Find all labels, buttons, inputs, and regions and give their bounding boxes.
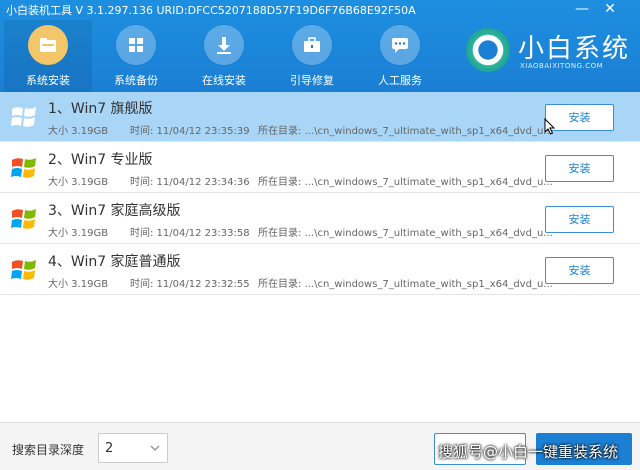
close-button[interactable]: ✕ [600,0,620,18]
windows-logo-icon [11,209,36,229]
nav-label: 引导修复 [290,74,334,87]
system-size: 大小 3.19GB [48,126,109,137]
nav-label: 在线安装 [202,74,246,87]
minimize-button[interactable]: — [572,0,592,18]
window-title: 小白装机工具 V 3.1.297.136 URID:DFCC5207188D57… [6,4,416,17]
nav-item-system-install[interactable]: 系统安装 [4,20,92,92]
search-depth-label: 搜索目录深度 [12,443,85,457]
system-title: 4、Win7 家庭普通版 [48,254,181,270]
nav-item-system-backup[interactable]: 系统备份 [92,20,180,92]
install-button[interactable]: 安装 [545,257,614,284]
mouse-cursor-icon [544,118,556,135]
list-item[interactable]: 4、Win7 家庭普通版 大小 3.19GB 时间: 11/04/12 23:3… [0,245,640,295]
footer-bar: 搜索目录深度 2 搜狐号@小白一键重装系统 [0,422,640,470]
system-title: 2、Win7 专业版 [48,152,153,168]
list-item[interactable]: 2、Win7 专业版 大小 3.19GB 时间: 11/04/12 23:34:… [0,143,640,193]
logo-mark-icon [466,28,510,72]
brand-logo: 小白系统 XIAOBAIXITONG.COM [466,22,636,82]
system-time: 时间: 11/04/12 23:35:39 [130,126,250,137]
windows-logo-icon [11,260,36,280]
system-title: 3、Win7 家庭高级版 [48,203,181,219]
chevron-down-icon [150,445,160,452]
install-button[interactable]: 安装 [545,206,614,233]
system-size: 大小 3.19GB [48,279,109,290]
system-time: 时间: 11/04/12 23:33:58 [130,228,250,239]
search-depth-select[interactable]: 2 [98,433,168,463]
download-icon [204,25,244,65]
header-bar: 小白装机工具 V 3.1.297.136 URID:DFCC5207188D57… [0,0,640,92]
brand-name: 小白系统 [518,34,631,64]
system-size: 大小 3.19GB [48,177,109,188]
install-button[interactable]: 安装 [545,155,614,182]
system-size: 大小 3.19GB [48,228,109,239]
system-time: 时间: 11/04/12 23:32:55 [130,279,250,290]
system-dir: 所在目录: ...\cn_windows_7_ultimate_with_sp1… [258,126,553,137]
system-dir: 所在目录: ...\cn_windows_7_ultimate_with_sp1… [258,228,553,239]
system-time: 时间: 11/04/12 23:34:36 [130,177,250,188]
nav-item-online-install[interactable]: 在线安装 [180,20,268,92]
main-nav: 系统安装 系统备份 在线安装 引导修复 人工服务 [0,20,460,92]
list-item[interactable]: 3、Win7 家庭高级版 大小 3.19GB 时间: 11/04/12 23:3… [0,194,640,244]
chat-icon [380,25,420,65]
windows-logo-icon [11,158,36,178]
system-title: 1、Win7 旗舰版 [48,101,153,117]
system-image-list: 1、Win7 旗舰版 大小 3.19GB 时间: 11/04/12 23:35:… [0,92,640,422]
folder-icon [28,25,68,65]
search-depth-value: 2 [105,441,114,456]
nav-label: 系统安装 [26,74,70,87]
brand-subtitle: XIAOBAIXITONG.COM [520,62,604,70]
watermark-text: 搜狐号@小白一键重装系统 [438,443,619,461]
nav-label: 系统备份 [114,74,158,87]
windows-icon [116,25,156,65]
nav-item-human-service[interactable]: 人工服务 [356,20,444,92]
system-dir: 所在目录: ...\cn_windows_7_ultimate_with_sp1… [258,177,553,188]
windows-logo-icon [11,107,36,127]
nav-label: 人工服务 [378,74,422,87]
nav-item-boot-repair[interactable]: 引导修复 [268,20,356,92]
system-dir: 所在目录: ...\cn_windows_7_ultimate_with_sp1… [258,279,553,290]
toolbox-icon [292,25,332,65]
